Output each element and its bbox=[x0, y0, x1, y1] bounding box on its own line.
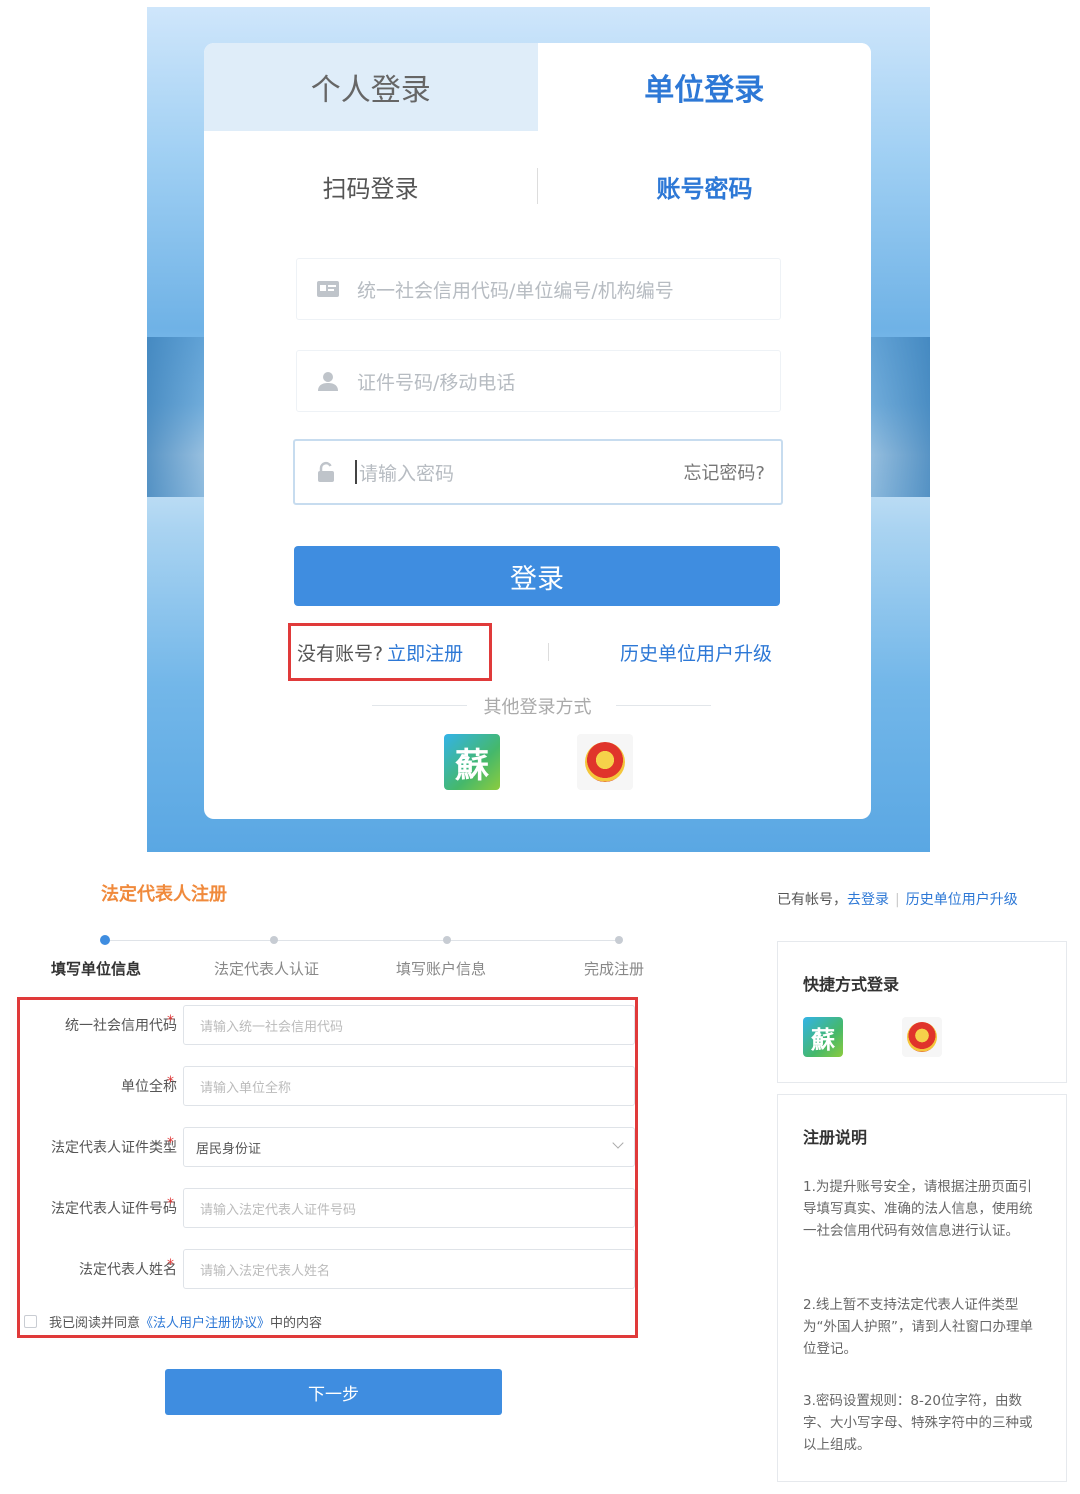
id-phone-placeholder: 证件号码/移动电话 bbox=[357, 371, 516, 394]
form-row-id-type: 法定代表人证件类型 * 居民身份证 bbox=[20, 1127, 635, 1167]
other-login-methods-title: 其他登录方式 bbox=[204, 693, 871, 719]
text-caret bbox=[355, 460, 357, 484]
id-card-icon bbox=[315, 278, 341, 300]
progress-line bbox=[105, 940, 620, 941]
register-note-2: 2.线上暂不支持法定代表人证件类型为“外国人护照”，请到人社窗口办理单位登记。 bbox=[803, 1297, 1033, 1357]
step-dot-1 bbox=[100, 935, 110, 945]
agreement-row: 我已阅读并同意 《法人用户注册协议》 中的内容 bbox=[24, 1312, 322, 1331]
credit-code-placeholder: 统一社会信用代码/单位编号/机构编号 bbox=[357, 279, 674, 302]
password-input[interactable]: 请输入密码 忘记密码? bbox=[293, 439, 783, 505]
national-emblem-login-icon[interactable] bbox=[902, 1017, 942, 1057]
user-icon bbox=[315, 370, 341, 392]
agree-checkbox[interactable] bbox=[24, 1315, 37, 1328]
tab-account-password[interactable]: 账号密码 bbox=[538, 169, 871, 204]
step-dot-2 bbox=[270, 936, 278, 944]
quick-login-title: 快捷方式登录 bbox=[803, 975, 900, 994]
go-login-link[interactable]: 去登录 bbox=[847, 892, 889, 908]
su-service-login-icon[interactable]: 蘇 bbox=[803, 1017, 843, 1057]
login-type-tabs: 个人登录 单位登录 bbox=[204, 43, 871, 131]
register-page-title: 法定代表人注册 bbox=[101, 884, 227, 905]
field-label: 法定代表人证件号码 bbox=[51, 1201, 177, 1217]
step-label-2: 法定代表人认证 bbox=[214, 960, 320, 978]
su-service-login-icon[interactable]: 蘇 bbox=[444, 734, 500, 790]
login-method-tabs: 扫码登录 账号密码 bbox=[204, 161, 871, 211]
register-row: 没有账号? 立即注册 历史单位用户升级 bbox=[288, 623, 788, 681]
form-row-unit-name: 单位全称 * 请输入单位全称 bbox=[20, 1066, 635, 1106]
id-number-field[interactable]: 请输入法定代表人证件号码 bbox=[183, 1188, 635, 1228]
national-emblem-login-icon[interactable] bbox=[577, 734, 633, 790]
form-row-id-number: 法定代表人证件号码 * 请输入法定代表人证件号码 bbox=[20, 1188, 635, 1228]
field-label: 法定代表人证件类型 bbox=[51, 1140, 177, 1156]
field-label: 统一社会信用代码 bbox=[65, 1018, 177, 1034]
required-mark: * bbox=[167, 1135, 174, 1151]
register-note-1: 1.为提升账号安全，请根据注册页面引导填写真实、准确的法人信息，使用统一社会信用… bbox=[803, 1179, 1033, 1239]
upgrade-link[interactable]: 历史单位用户升级 bbox=[906, 892, 1018, 908]
link-separator: | bbox=[895, 892, 900, 908]
already-have-account-text: 已有帐号， bbox=[777, 892, 847, 908]
required-mark: * bbox=[167, 1196, 174, 1212]
lock-icon bbox=[313, 461, 339, 483]
register-highlight-box: 没有账号? 立即注册 bbox=[288, 623, 492, 681]
link-divider bbox=[548, 643, 549, 661]
register-note-3: 3.密码设置规则：8-20位字符，由数字、大小写字母、特殊字符中的三种或以上组成… bbox=[803, 1393, 1033, 1453]
rep-name-field[interactable]: 请输入法定代表人姓名 bbox=[183, 1249, 635, 1289]
id-type-value: 居民身份证 bbox=[196, 1141, 262, 1157]
next-step-button[interactable]: 下一步 bbox=[165, 1369, 502, 1415]
emblem-icon bbox=[907, 1022, 937, 1052]
credit-code-field[interactable]: 请输入统一社会信用代码 bbox=[183, 1005, 635, 1045]
unit-name-field[interactable]: 请输入单位全称 bbox=[183, 1066, 635, 1106]
quick-login-panel: 快捷方式登录 蘇 bbox=[777, 941, 1067, 1083]
step-dot-4 bbox=[615, 936, 623, 944]
emblem-icon bbox=[585, 742, 625, 782]
agreement-link[interactable]: 《法人用户注册协议》 bbox=[140, 1312, 270, 1331]
step-label-4: 完成注册 bbox=[584, 960, 645, 978]
form-row-rep-name: 法定代表人姓名 * 请输入法定代表人姓名 bbox=[20, 1249, 635, 1289]
top-links: 已有帐号，去登录 | 历史单位用户升级 bbox=[777, 889, 1018, 909]
no-account-text: 没有账号? bbox=[297, 642, 384, 665]
required-mark: * bbox=[167, 1074, 174, 1090]
register-now-link[interactable]: 立即注册 bbox=[387, 639, 463, 666]
required-mark: * bbox=[167, 1257, 174, 1273]
step-label-3: 填写账户信息 bbox=[396, 960, 487, 978]
register-notes-title: 注册说明 bbox=[803, 1128, 868, 1147]
required-mark: * bbox=[167, 1013, 174, 1029]
field-label: 法定代表人姓名 bbox=[79, 1262, 177, 1278]
tab-personal-login[interactable]: 个人登录 bbox=[204, 43, 538, 131]
tab-unit-login[interactable]: 单位登录 bbox=[537, 43, 871, 131]
id-phone-input[interactable]: 证件号码/移动电话 bbox=[296, 350, 781, 412]
su-logo-text: 蘇 bbox=[811, 1024, 835, 1054]
agree-suffix: 中的内容 bbox=[270, 1316, 323, 1331]
register-notes-panel: 注册说明 1.为提升账号安全，请根据注册页面引导填写真实、准确的法人信息，使用统… bbox=[777, 1094, 1067, 1482]
forgot-password-link[interactable]: 忘记密码? bbox=[683, 459, 765, 485]
password-placeholder: 请输入密码 bbox=[359, 462, 455, 485]
credit-code-input[interactable]: 统一社会信用代码/单位编号/机构编号 bbox=[296, 258, 781, 320]
login-button[interactable]: 登录 bbox=[294, 546, 780, 606]
step-label-1: 填写单位信息 bbox=[51, 960, 142, 978]
upgrade-unit-user-link[interactable]: 历史单位用户升级 bbox=[620, 639, 772, 666]
register-form-highlight: 统一社会信用代码 * 请输入统一社会信用代码 单位全称 * 请输入单位全称 法定… bbox=[17, 997, 638, 1338]
login-card: 个人登录 单位登录 扫码登录 账号密码 统一社会信用代码/单位编号/机构编号 证… bbox=[204, 43, 871, 819]
tab-qr-login[interactable]: 扫码登录 bbox=[204, 169, 537, 204]
step-dot-3 bbox=[443, 936, 451, 944]
agree-prefix: 我已阅读并同意 bbox=[49, 1316, 141, 1331]
su-logo-text: 蘇 bbox=[455, 745, 489, 786]
form-row-credit-code: 统一社会信用代码 * 请输入统一社会信用代码 bbox=[20, 1005, 635, 1045]
id-type-select[interactable]: 居民身份证 bbox=[183, 1127, 635, 1167]
chevron-down-icon bbox=[612, 1137, 624, 1149]
